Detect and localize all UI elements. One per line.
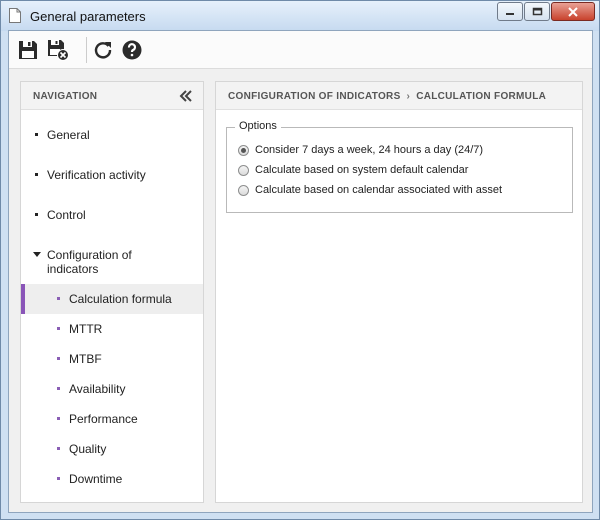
breadcrumb: CONFIGURATION OF INDICATORS › CALCULATION … — [216, 82, 582, 110]
minimize-icon — [506, 12, 514, 15]
toolbar-separator — [86, 37, 87, 63]
breadcrumb-current: CALCULATION FORMULA — [416, 91, 547, 102]
navigation-panel: NAVIGATION General Verification activity… — [20, 81, 204, 503]
bullet-icon — [57, 477, 60, 480]
nav-item-quality[interactable]: Quality — [21, 440, 203, 458]
help-icon — [122, 40, 142, 60]
options-group: Options Consider 7 days a week, 24 hours… — [226, 120, 573, 213]
breadcrumb-separator: › — [406, 91, 411, 102]
toolbar — [9, 31, 592, 69]
close-icon — [568, 6, 578, 17]
bullet-icon — [57, 357, 60, 360]
nav-item-availability[interactable]: Availability — [21, 380, 203, 398]
refresh-icon — [94, 42, 112, 59]
nav-item-configuration-of-indicators[interactable]: Configuration of indicators — [21, 246, 203, 280]
bullet-icon — [57, 297, 60, 300]
breadcrumb-item[interactable]: CONFIGURATION OF INDICATORS — [228, 91, 401, 102]
navigation-title: NAVIGATION — [33, 91, 98, 102]
options-legend: Options — [235, 120, 281, 132]
bullet-icon — [57, 327, 60, 330]
maximize-icon — [532, 7, 542, 16]
nav-item-mttr[interactable]: MTTR — [21, 320, 203, 338]
selection-indicator — [21, 284, 25, 314]
nav-item-performance[interactable]: Performance — [21, 410, 203, 428]
maximize-button[interactable] — [524, 2, 550, 21]
save-button[interactable] — [16, 38, 40, 62]
document-icon — [9, 8, 21, 23]
floppy-disk-close-icon — [48, 40, 69, 61]
title-bar[interactable]: General parameters — [1, 1, 599, 31]
radio-button[interactable] — [238, 144, 249, 156]
option-24-7[interactable]: Consider 7 days a week, 24 hours a day (… — [238, 143, 483, 157]
window-title: General parameters — [30, 9, 146, 24]
content-panel: CONFIGURATION OF INDICATORS › CALCULATION … — [215, 81, 583, 503]
bullet-icon — [35, 133, 38, 136]
bullet-icon — [35, 213, 38, 216]
floppy-disk-icon — [19, 41, 37, 59]
radio-button[interactable] — [238, 184, 249, 196]
bullet-icon — [57, 387, 60, 390]
option-asset-calendar[interactable]: Calculate based on calendar associated w… — [238, 183, 502, 197]
close-button[interactable] — [551, 2, 595, 21]
application-window: General parameters NAVIGATION General Ve… — [0, 0, 600, 520]
bullet-icon — [57, 447, 60, 450]
client-area: NAVIGATION General Verification activity… — [8, 30, 593, 513]
nav-item-mtbf[interactable]: MTBF — [21, 350, 203, 368]
option-system-default-calendar[interactable]: Calculate based on system default calend… — [238, 163, 468, 177]
nav-item-verification-activity[interactable]: Verification activity — [21, 166, 203, 184]
nav-item-downtime[interactable]: Downtime — [21, 470, 203, 488]
double-chevron-left-icon[interactable] — [179, 89, 193, 103]
bullet-icon — [57, 417, 60, 420]
nav-item-control[interactable]: Control — [21, 206, 203, 224]
radio-button[interactable] — [238, 164, 249, 176]
nav-item-calculation-formula[interactable]: Calculation formula — [21, 284, 203, 314]
caret-down-icon — [33, 252, 41, 257]
navigation-header: NAVIGATION — [21, 82, 203, 110]
nav-item-general[interactable]: General — [21, 126, 203, 144]
help-button[interactable] — [120, 38, 144, 62]
bullet-icon — [35, 173, 38, 176]
save-and-close-button[interactable] — [46, 38, 70, 62]
refresh-button[interactable] — [91, 38, 115, 62]
minimize-button[interactable] — [497, 2, 523, 21]
